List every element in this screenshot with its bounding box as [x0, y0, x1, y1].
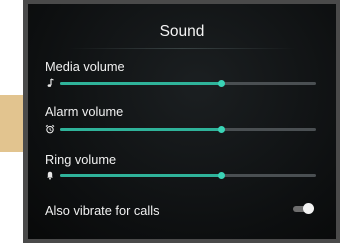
media-volume-fill: [60, 82, 222, 85]
ring-volume-fill: [60, 174, 222, 177]
vibrate-toggle-knob: [303, 203, 314, 214]
media-volume-thumb[interactable]: [217, 80, 225, 87]
title-divider: [68, 48, 296, 49]
media-volume-slider[interactable]: [60, 80, 316, 87]
ring-volume-slider[interactable]: [60, 172, 316, 179]
ring-volume-thumb[interactable]: [217, 172, 225, 179]
vibrate-toggle[interactable]: [293, 203, 314, 214]
sound-settings-panel: Sound Media volume Alarm volume Ring vol…: [28, 4, 336, 239]
vibrate-label: Also vibrate for calls: [45, 203, 160, 218]
media-volume-label: Media volume: [45, 59, 125, 74]
page-title: Sound: [159, 23, 205, 40]
alarm-volume-fill: [60, 128, 222, 131]
alarm-volume-label: Alarm volume: [45, 104, 124, 119]
music-note-icon: [45, 78, 55, 88]
ring-volume-label: Ring volume: [45, 152, 117, 167]
bell-icon: [45, 170, 55, 180]
alarm-volume-slider[interactable]: [60, 126, 316, 133]
alarm-volume-thumb[interactable]: [217, 126, 225, 133]
alarm-clock-icon: [45, 124, 55, 134]
